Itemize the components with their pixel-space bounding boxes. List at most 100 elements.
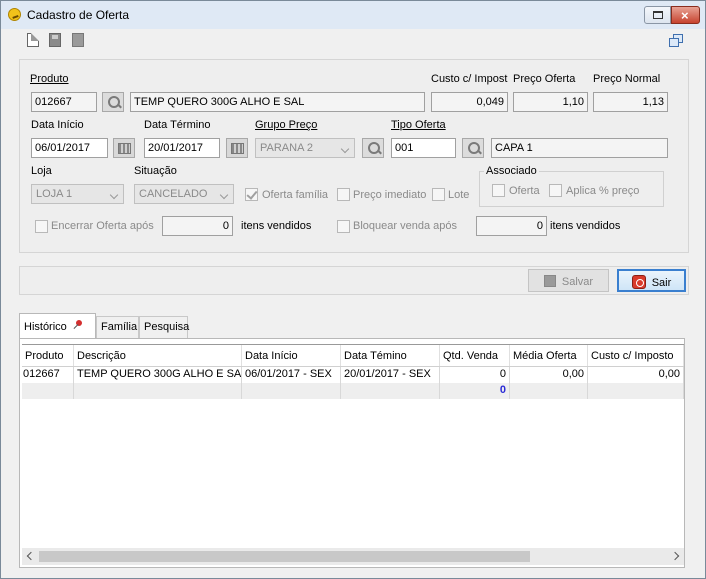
produto-code-field[interactable]: 012667 [31, 92, 97, 112]
column-header[interactable]: Produto [22, 345, 74, 366]
situacao-value: CANCELADO [139, 188, 208, 200]
column-header[interactable]: Data Témino [341, 345, 440, 366]
restore-icon [653, 11, 663, 19]
situacao-label: Situação [134, 165, 177, 177]
save-disk-icon [543, 275, 556, 287]
delete-document-icon[interactable] [72, 33, 84, 47]
save-button[interactable]: Salvar [528, 269, 609, 292]
grupo-preco-search-icon[interactable] [362, 138, 384, 158]
table-cell: 20/01/2017 - SEX [341, 367, 440, 383]
oferta-familia-label: Oferta família [262, 189, 329, 201]
lote-checkbox[interactable] [432, 188, 445, 201]
associado-label: Associado [484, 165, 539, 177]
loja-value: LOJA 1 [36, 188, 73, 200]
total-qtd-venda: 0 [440, 383, 510, 399]
copy-windows-icon[interactable] [669, 34, 683, 47]
custo-imposto-field[interactable]: 0,049 [431, 92, 508, 112]
loja-select[interactable]: LOJA 1 [31, 184, 124, 204]
grupo-preco-value: PARANA 2 [260, 142, 313, 154]
tab-familia[interactable]: Família [96, 316, 139, 338]
tipo-oferta-description-field[interactable]: CAPA 1 [491, 138, 668, 158]
window: Cadastro de Oferta × Produto 012667 TEMP… [0, 0, 706, 579]
tab-pesquisa-label: Pesquisa [144, 321, 190, 333]
exit-button-label: Sair [651, 277, 672, 289]
window-title: Cadastro de Oferta [27, 8, 130, 22]
tab-pesquisa[interactable]: Pesquisa [139, 316, 190, 338]
aplica-preco-checkbox[interactable] [549, 184, 562, 197]
app-icon [8, 8, 21, 21]
preco-imediato-checkbox[interactable] [337, 188, 350, 201]
chevron-down-icon [340, 144, 350, 154]
bloquear-suffix-label: itens vendidos [550, 220, 621, 232]
tab-historico[interactable]: Histórico [19, 313, 96, 339]
column-header[interactable]: Qtd. Venda [440, 345, 510, 366]
scroll-left-icon[interactable] [26, 551, 36, 561]
produto-description-field[interactable]: TEMP QUERO 300G ALHO E SAL [130, 92, 425, 112]
table-cell: TEMP QUERO 300G ALHO E SAL [74, 367, 242, 383]
column-header[interactable]: Média Oferta [510, 345, 588, 366]
history-grid: Produto Descrição Data Início Data Témin… [22, 344, 684, 549]
produto-search-icon[interactable] [102, 92, 124, 112]
grupo-preco-label: Grupo Preço [255, 119, 318, 131]
bloquear-venda-field[interactable]: 0 [476, 216, 547, 236]
restore-button[interactable] [644, 6, 671, 24]
aplica-preco-label: Aplica % preço [566, 185, 640, 197]
horizontal-scrollbar[interactable] [22, 548, 684, 565]
column-header[interactable]: Descrição [74, 345, 242, 366]
data-termino-calendar-icon[interactable] [226, 138, 248, 158]
table-cell: 0,00 [510, 367, 588, 383]
tab-familia-label: Família [101, 321, 138, 333]
new-document-icon[interactable] [27, 33, 39, 47]
data-inicio-label: Data Início [31, 119, 84, 131]
preco-normal-field[interactable]: 1,13 [593, 92, 668, 112]
scroll-right-icon[interactable] [670, 551, 680, 561]
table-cell: 0,00 [588, 367, 684, 383]
title-bar: Cadastro de Oferta × [1, 1, 705, 29]
preco-oferta-label: Preço Oferta [513, 73, 576, 85]
associado-oferta-label: Oferta [509, 185, 540, 197]
save-button-label: Salvar [561, 276, 594, 288]
table-row[interactable]: 012667 TEMP QUERO 300G ALHO E SAL 06/01/… [22, 367, 684, 383]
tipo-oferta-code-field[interactable]: 001 [391, 138, 456, 158]
table-cell: 06/01/2017 - SEX [242, 367, 341, 383]
column-header[interactable]: Data Início [242, 345, 341, 366]
chevron-down-icon [219, 190, 229, 200]
scroll-thumb[interactable] [39, 551, 530, 562]
tipo-oferta-search-icon[interactable] [462, 138, 484, 158]
custo-imposto-label: Custo c/ Impost [431, 73, 508, 85]
grupo-preco-select[interactable]: PARANA 2 [255, 138, 355, 158]
power-icon [631, 275, 646, 289]
close-icon: × [681, 8, 689, 23]
bloquear-venda-checkbox[interactable] [337, 220, 350, 233]
lote-label: Lote [448, 189, 470, 201]
encerrar-suffix-label: itens vendidos [241, 220, 312, 232]
encerrar-oferta-label: Encerrar Oferta após [51, 220, 154, 232]
pin-icon[interactable] [72, 320, 83, 331]
tipo-oferta-label: Tipo Oferta [391, 119, 446, 131]
chevron-down-icon [109, 190, 119, 200]
grid-header-row: Produto Descrição Data Início Data Témin… [22, 345, 684, 367]
loja-label: Loja [31, 165, 52, 177]
data-termino-label: Data Término [144, 119, 211, 131]
exit-button[interactable]: Sair [617, 269, 686, 292]
close-button[interactable]: × [671, 6, 700, 24]
save-disk-icon[interactable] [49, 33, 61, 47]
table-cell: 0 [440, 367, 510, 383]
table-cell: 012667 [22, 367, 74, 383]
preco-oferta-field[interactable]: 1,10 [513, 92, 588, 112]
associado-oferta-checkbox[interactable] [492, 184, 505, 197]
column-header[interactable]: Custo c/ Imposto [588, 345, 684, 366]
situacao-select[interactable]: CANCELADO [134, 184, 234, 204]
history-grid-container: Produto Descrição Data Início Data Témin… [19, 338, 685, 568]
data-inicio-calendar-icon[interactable] [113, 138, 135, 158]
tab-historico-label: Histórico [24, 321, 67, 333]
produto-label: Produto [30, 73, 69, 85]
bloquear-venda-label: Bloquear venda após [353, 220, 457, 232]
data-inicio-field[interactable]: 06/01/2017 [31, 138, 108, 158]
encerrar-oferta-field[interactable]: 0 [162, 216, 233, 236]
totals-row: 0 [22, 383, 684, 399]
oferta-familia-checkbox[interactable] [245, 188, 258, 201]
preco-imediato-label: Preço imediato [353, 189, 427, 201]
data-termino-field[interactable]: 20/01/2017 [144, 138, 220, 158]
encerrar-oferta-checkbox[interactable] [35, 220, 48, 233]
